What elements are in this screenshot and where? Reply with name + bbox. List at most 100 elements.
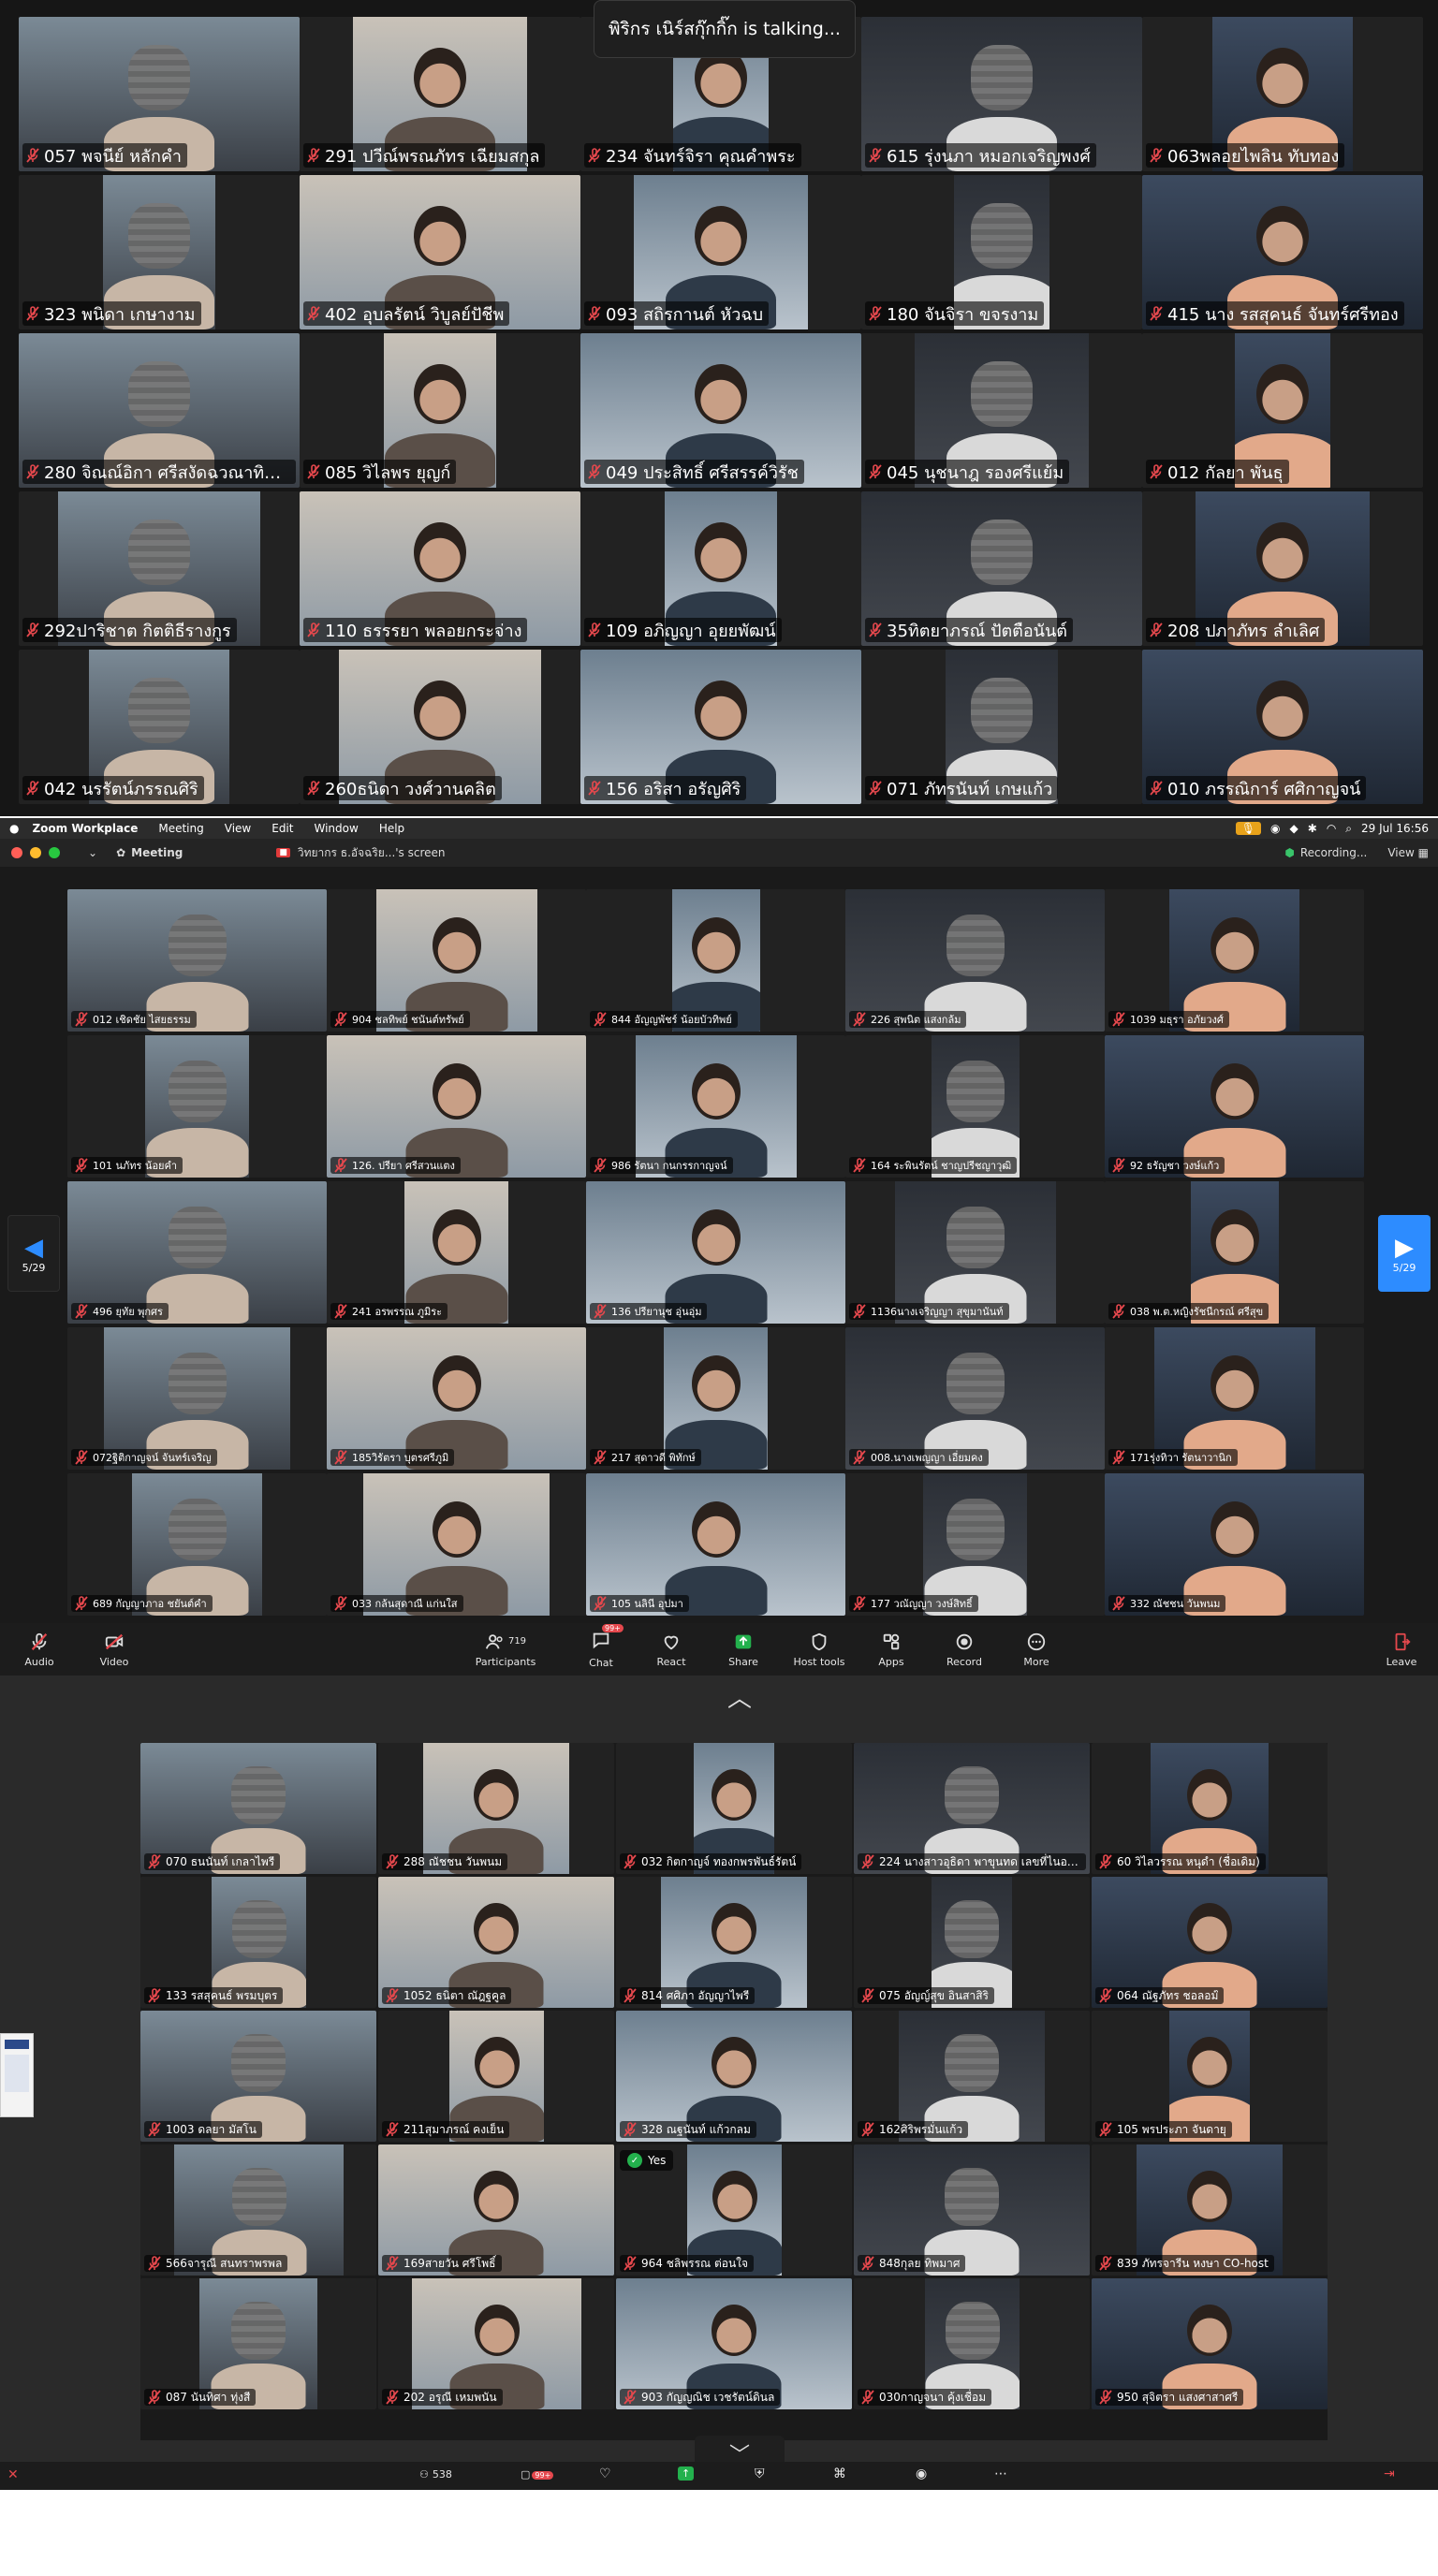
participant-tile[interactable]: 323 พนิดา เกษางาม bbox=[19, 175, 300, 329]
leave-button[interactable]: Leave bbox=[1381, 1623, 1422, 1676]
participant-tile[interactable]: 126. ปรียา ศรีสวนแตง bbox=[327, 1035, 586, 1178]
participant-tile[interactable]: 1039 มธุรา อภัยวงศ์ bbox=[1105, 889, 1364, 1032]
participant-tile[interactable]: 241 อรพรรณ ภูมิระ bbox=[327, 1181, 586, 1324]
shield-status-icon[interactable]: ◆ bbox=[1290, 822, 1299, 835]
participant-tile[interactable]: 689 กัญญาภาอ ชยันต์คำ bbox=[67, 1473, 327, 1616]
participants-button-2[interactable]: ⚇ 538 bbox=[419, 2468, 452, 2481]
participant-tile[interactable]: 848กุลย ทิพมาศ bbox=[854, 2144, 1090, 2276]
menu-meeting[interactable]: Meeting bbox=[158, 822, 203, 835]
menu-edit[interactable]: Edit bbox=[271, 822, 293, 835]
search-icon[interactable]: ⌕ bbox=[1345, 822, 1352, 836]
participant-tile[interactable]: 171รุ่งทิวา รัตนาวานิก bbox=[1105, 1327, 1364, 1470]
participant-tile[interactable]: 950 สุจิตรา แสงศาสาศรี bbox=[1092, 2278, 1328, 2409]
shield-icon-2[interactable]: ⛨ bbox=[755, 2466, 765, 2481]
video-button[interactable]: Video bbox=[94, 1623, 135, 1676]
menu-view[interactable]: View bbox=[225, 822, 251, 835]
participant-tile[interactable]: 292ปาริชาต กิตติธีรางกูร bbox=[19, 491, 300, 646]
participant-tile[interactable]: 904 ชลทิพย์ ชนันต์ทรัพย์ bbox=[327, 889, 586, 1032]
participant-tile[interactable]: 030กาญจนา คุ้งเชื่อม bbox=[854, 2278, 1090, 2409]
participant-tile[interactable]: 101 นภัทร น้อยคำ bbox=[67, 1035, 327, 1178]
participant-tile[interactable]: 615 รุ่งนภา หมอกเจริญพงศ์ bbox=[861, 17, 1142, 171]
menu-window[interactable]: Window bbox=[314, 822, 358, 835]
mic-muted-icon-2[interactable]: ✕ bbox=[7, 2467, 19, 2482]
apps-icon-2[interactable]: ⌘ bbox=[833, 2466, 846, 2481]
participant-tile[interactable]: 110 ธรรรยา พลอยกระจ่าง bbox=[300, 491, 580, 646]
react-button[interactable]: React bbox=[651, 1623, 692, 1676]
participant-tile[interactable]: 164 ระพินรัตน์ ชาญปรีชญาวุฒิ bbox=[845, 1035, 1105, 1178]
more-button[interactable]: More bbox=[1016, 1623, 1057, 1676]
participant-tile[interactable]: 008.นางเพญญา เอี่ยมคง bbox=[845, 1327, 1105, 1470]
participant-tile[interactable]: 402 อุบลรัตน์ วิบูลย์ปัชีพ bbox=[300, 175, 580, 329]
participant-tile[interactable]: 049 ประสิทธิ์ ศรีสรรค์วิรัช bbox=[580, 333, 861, 488]
share-arrow-icon-2[interactable]: ↑ bbox=[678, 2466, 695, 2481]
tab-meeting[interactable]: ✿ Meeting bbox=[116, 846, 183, 859]
participant-tile[interactable]: 045 นุชนาฎ รองศรีแย้ม bbox=[861, 333, 1142, 488]
participant-tile[interactable]: 038 พ.ต.หญิงรัชนีกรณ์ ศรีสุข bbox=[1105, 1181, 1364, 1324]
zoom-window-button[interactable] bbox=[49, 847, 60, 858]
prev-page-button[interactable]: ◀ 5/29 bbox=[7, 1215, 60, 1292]
participant-tile[interactable]: 288 ณัชชน วันพนม bbox=[378, 1743, 614, 1874]
participant-tile[interactable]: 332 ณัชชน วันพนม bbox=[1105, 1473, 1364, 1616]
participant-tile[interactable]: 177 วณัญญา วงษ์สิทธิ์ bbox=[845, 1473, 1105, 1616]
participants-button[interactable]: 719 Participants bbox=[473, 1623, 538, 1676]
participant-tile[interactable]: 291 ปวีณ์พรณภัทร เฉียมสกุล bbox=[300, 17, 580, 171]
participant-tile[interactable]: 328 ณฐนันท์ แก้วกลม bbox=[616, 2011, 852, 2142]
participant-tile[interactable]: 844 อัญญพัชร์ น้อยบัวทิพย์ bbox=[586, 889, 845, 1032]
participant-tile[interactable]: 057 พจนีย์ หลักคำ bbox=[19, 17, 300, 171]
record-button[interactable]: Record bbox=[944, 1623, 985, 1676]
participant-tile[interactable]: 012 กัลยา พันธุ bbox=[1142, 333, 1423, 488]
participant-tile[interactable]: 012 เชิดชัย ไสยธรรม bbox=[67, 889, 327, 1032]
participant-tile[interactable]: 496 ยุทัย พุกศร bbox=[67, 1181, 327, 1324]
participant-tile[interactable]: 133 รสสุคนธ์ พรมบุตร bbox=[140, 1877, 376, 2008]
participant-tile[interactable]: 814 ศศิภา อัญญาไพรี bbox=[616, 1877, 852, 2008]
audio-button[interactable]: Audio bbox=[19, 1623, 60, 1676]
minimize-window-button[interactable] bbox=[30, 847, 41, 858]
participant-tile[interactable]: 042 นรรัตน์ภรรณศิริ bbox=[19, 650, 300, 804]
participant-tile[interactable]: 156 อริสา อรัญศิริ bbox=[580, 650, 861, 804]
participant-tile[interactable]: 415 นาง รสสุคนธ์ จันทร์ศรีทอง bbox=[1142, 175, 1423, 329]
participant-tile[interactable]: 217 สุดาวดี พิทักษ์ bbox=[586, 1327, 845, 1470]
share-button[interactable]: Share bbox=[723, 1623, 764, 1676]
participant-tile[interactable]: 1003 ดลยา มัสโน bbox=[140, 2011, 376, 2142]
participant-tile[interactable]: 087 นันทิศา ทุ่งสี bbox=[140, 2278, 376, 2409]
mic-status-icon[interactable]: 🎙 bbox=[1235, 822, 1262, 835]
participant-tile[interactable]: 839 ภัทรจารีน หงษา CO-host bbox=[1092, 2144, 1328, 2276]
host-tools-button[interactable]: Host tools bbox=[791, 1623, 847, 1676]
participant-tile[interactable]: 010 ภรรณิการ์ ศศิกาญจน์ bbox=[1142, 650, 1423, 804]
participant-tile[interactable]: 085 วิไลพร ยุญก์ bbox=[300, 333, 580, 488]
participant-tile[interactable]: 075 อัญญ์สุข อินสาสิริ bbox=[854, 1877, 1090, 2008]
participant-tile[interactable]: 224 นางสาวอุธิดา พาขุนทด เลขที่ไนอนูญา..… bbox=[854, 1743, 1090, 1874]
participant-tile[interactable]: 986 รัตนา กนกรรกาญจน์ bbox=[586, 1035, 845, 1178]
chevron-down-icon[interactable]: ⌄ bbox=[88, 846, 97, 859]
participant-tile[interactable]: 260ธนิดา วงศ์วานคลิต bbox=[300, 650, 580, 804]
participant-tile[interactable]: 071 ภัทรนันท์ เกษแก้ว bbox=[861, 650, 1142, 804]
participant-tile[interactable]: 202 อรุณี เหมพนัน bbox=[378, 2278, 614, 2409]
participant-tile[interactable]: 211สุมาภรณ์ คงเย็น bbox=[378, 2011, 614, 2142]
heart-icon-2[interactable]: ♡ bbox=[599, 2466, 611, 2481]
participant-tile[interactable]: 070 ธนนันท์ เกลาไพรี bbox=[140, 1743, 376, 1874]
participant-tile[interactable]: 064 ณัฐภัทร ชอลอม๊ bbox=[1092, 1877, 1328, 2008]
chat-button[interactable]: 99+ Chat bbox=[580, 1623, 624, 1676]
participant-tile[interactable]: 109 อภิญญา อุยยพัฒน์ bbox=[580, 491, 861, 646]
apple-icon[interactable]: ● bbox=[9, 822, 19, 835]
participant-tile[interactable]: 185วิรัตรา บุตรศรีภูมิ bbox=[327, 1327, 586, 1470]
record-icon-2[interactable]: ◉ bbox=[916, 2466, 927, 2481]
participant-tile[interactable]: 280 จิณณ์อิกา ศรีสงัดฉวณาทิน BCH bbox=[19, 333, 300, 488]
participant-tile[interactable]: 105 นลินี อุปมา bbox=[586, 1473, 845, 1616]
close-window-button[interactable] bbox=[11, 847, 22, 858]
participant-tile[interactable]: 105 พรประภา จันดายุ bbox=[1092, 2011, 1328, 2142]
bluetooth-icon[interactable]: ✱ bbox=[1308, 822, 1317, 835]
ellipsis-icon-2[interactable]: ⋯ bbox=[994, 2466, 1007, 2481]
participant-tile[interactable]: 169สายวัน ศรีโพธิ์ bbox=[378, 2144, 614, 2276]
chat-button-2[interactable]: ▢ 99+ bbox=[521, 2468, 554, 2481]
app-menu[interactable]: Zoom Workplace bbox=[32, 822, 138, 835]
security-shield-icon[interactable]: ⬢ bbox=[1284, 846, 1294, 859]
participant-tile[interactable]: 566จารุณี สนทราพรพล bbox=[140, 2144, 376, 2276]
participant-tile[interactable]: 903 กัญญณิช เวชรัตน์ดินล bbox=[616, 2278, 852, 2409]
participant-tile[interactable]: 032 กิตกาญจ์ ทองกพรพันธ์รัตน์ bbox=[616, 1743, 852, 1874]
recording-indicator[interactable]: Recording... bbox=[1300, 846, 1367, 859]
leave-door-icon-2[interactable]: ⇥ bbox=[1384, 2466, 1395, 2481]
side-thumbnail[interactable] bbox=[0, 2033, 34, 2117]
participant-tile[interactable]: 1136นางเจริญญา สุขุมานันท์ bbox=[845, 1181, 1105, 1324]
collapse-up-button[interactable]: ︿ bbox=[693, 1676, 786, 1717]
